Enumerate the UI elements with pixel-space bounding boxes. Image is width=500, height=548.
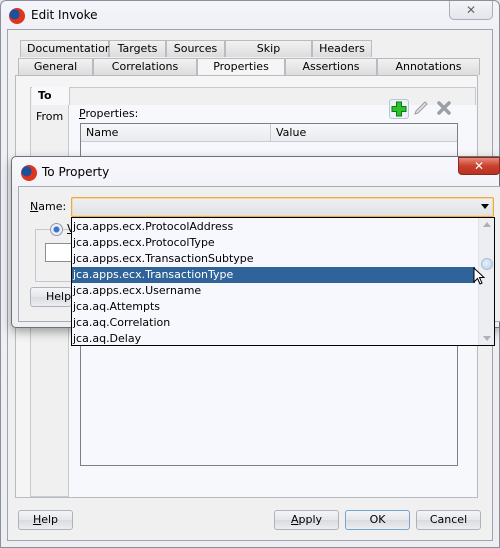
apply-mnemonic: A	[290, 513, 299, 526]
dropdown-option[interactable]: jca.aq.Delay	[72, 331, 475, 347]
help-button[interactable]: Help	[18, 510, 73, 530]
value-radio-button[interactable]	[50, 223, 63, 236]
dropdown-option[interactable]: jca.aq.Attempts	[72, 299, 475, 315]
help-mnemonic: H	[32, 513, 42, 526]
dropdown-option[interactable]: jca.apps.ecx.ProtocolAddress	[72, 219, 475, 235]
dropdown-option[interactable]: jca.apps.ecx.ProtocolType	[72, 235, 475, 251]
tab-row-1: Documentation Targets Sources Skip Condi…	[20, 40, 372, 71]
delete-x-icon	[437, 101, 451, 115]
dialog-help-button[interactable]: Help	[30, 287, 72, 307]
dialog-close-button[interactable]: ✕	[458, 157, 500, 175]
tab-row-2: General Correlations Properties Assertio…	[18, 58, 480, 76]
properties-label: Properties:	[79, 107, 138, 120]
tab-targets[interactable]: Targets	[109, 40, 166, 57]
column-header-name[interactable]: Name	[81, 124, 271, 142]
delete-property-button[interactable]	[434, 99, 454, 119]
name-label-text: ame:	[38, 200, 67, 213]
plus-icon	[391, 101, 407, 117]
window-title: Edit Invoke	[31, 8, 98, 22]
apply-button[interactable]: Apply	[274, 510, 339, 530]
scroll-down-arrow-icon[interactable]	[483, 336, 491, 341]
cancel-button[interactable]: Cancel	[416, 510, 481, 530]
tab-correlations[interactable]: Correlations	[93, 58, 197, 75]
oracle-app-icon	[21, 165, 37, 181]
name-dropdown-list: jca.apps.ecx.ProtocolAddress jca.apps.ec…	[71, 217, 495, 346]
column-header-value[interactable]: Value	[271, 124, 457, 142]
title-bar: Edit Invoke	[1, 1, 499, 31]
dialog-title: To Property	[42, 165, 110, 179]
tab-skip-condition[interactable]: Skip Condition	[225, 40, 312, 71]
edit-property-button[interactable]	[411, 99, 431, 119]
dropdown-option[interactable]: jca.aq.Correlation	[72, 315, 475, 331]
tab-general[interactable]: General	[18, 58, 93, 75]
dropdown-option[interactable]: jca.apps.ecx.Username	[72, 283, 475, 299]
name-label: Name:	[30, 200, 66, 213]
tab-documentation[interactable]: Documentation	[20, 40, 112, 57]
ok-button[interactable]: OK	[345, 510, 410, 530]
add-property-button[interactable]	[389, 99, 409, 119]
window-close-button[interactable]: ✕	[449, 1, 493, 20]
side-tab-to[interactable]: To	[32, 87, 70, 105]
scroll-up-arrow-icon[interactable]	[483, 222, 491, 227]
properties-table-header: Name Value	[81, 124, 457, 142]
side-tab-from[interactable]: From	[32, 106, 70, 128]
help-text: elp	[41, 513, 59, 526]
mouse-cursor-icon	[473, 267, 486, 285]
dropdown-option[interactable]: jca.apps.ecx.TransactionSubtype	[72, 251, 475, 267]
dropdown-option-selected[interactable]: jca.apps.ecx.TransactionType	[72, 267, 475, 283]
tab-assertions[interactable]: Assertions	[285, 58, 377, 75]
tab-sources[interactable]: Sources	[166, 40, 225, 57]
tab-properties[interactable]: Properties	[197, 58, 285, 76]
apply-text: pply	[298, 513, 323, 526]
tab-annotations[interactable]: Annotations	[377, 58, 480, 75]
dropdown-arrow-icon[interactable]	[481, 204, 489, 209]
tab-headers[interactable]: Headers	[312, 40, 372, 57]
oracle-app-icon	[9, 8, 25, 24]
name-label-mnemonic: N	[30, 200, 39, 213]
pencil-icon	[414, 101, 428, 115]
properties-label-text: roperties:	[85, 107, 139, 120]
name-combobox[interactable]	[71, 197, 494, 217]
